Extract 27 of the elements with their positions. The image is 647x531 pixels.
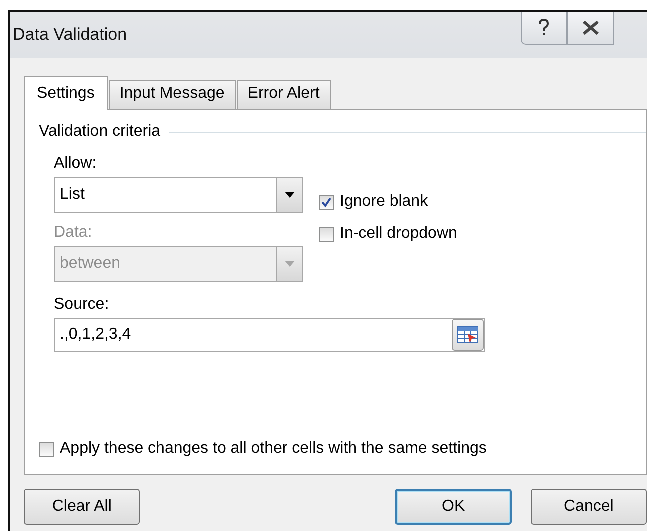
dropdown-arrow-icon	[284, 192, 294, 198]
window-title: Data Validation	[12, 25, 128, 45]
field-label: Data:	[54, 224, 94, 242]
dropdown-arrow-icon	[284, 261, 294, 267]
checkbox-label: Apply these changes to all other cells with the same settings	[60, 440, 487, 458]
checkbox[interactable]	[319, 226, 334, 242]
dialog-button[interactable]: OK	[395, 489, 512, 525]
checkbox-label: In-cell dropdown	[340, 225, 458, 243]
dropdown[interactable]: List	[54, 177, 303, 213]
close-button[interactable]	[567, 12, 614, 45]
source-field[interactable]: .,0,1,2,3,4	[54, 318, 485, 352]
help-button[interactable]	[521, 12, 567, 45]
table-icon	[457, 326, 479, 344]
field-label: Source:	[54, 296, 110, 314]
tab[interactable]: Error Alert	[236, 80, 331, 109]
dialog-button[interactable]: Cancel	[530, 489, 647, 525]
checkbox[interactable]	[319, 194, 334, 210]
tab[interactable]: Input Message	[108, 80, 236, 109]
checkbox[interactable]	[39, 442, 54, 456]
close-icon	[582, 21, 600, 35]
tab[interactable]: Settings	[24, 76, 108, 110]
group-title: Validation criteria	[39, 123, 161, 141]
dialog-button[interactable]: Clear All	[24, 489, 140, 525]
checkbox-label: Ignore blank	[340, 193, 428, 211]
range-select-button[interactable]	[452, 319, 484, 351]
help-icon	[538, 19, 550, 37]
field-label: Allow:	[54, 155, 98, 173]
